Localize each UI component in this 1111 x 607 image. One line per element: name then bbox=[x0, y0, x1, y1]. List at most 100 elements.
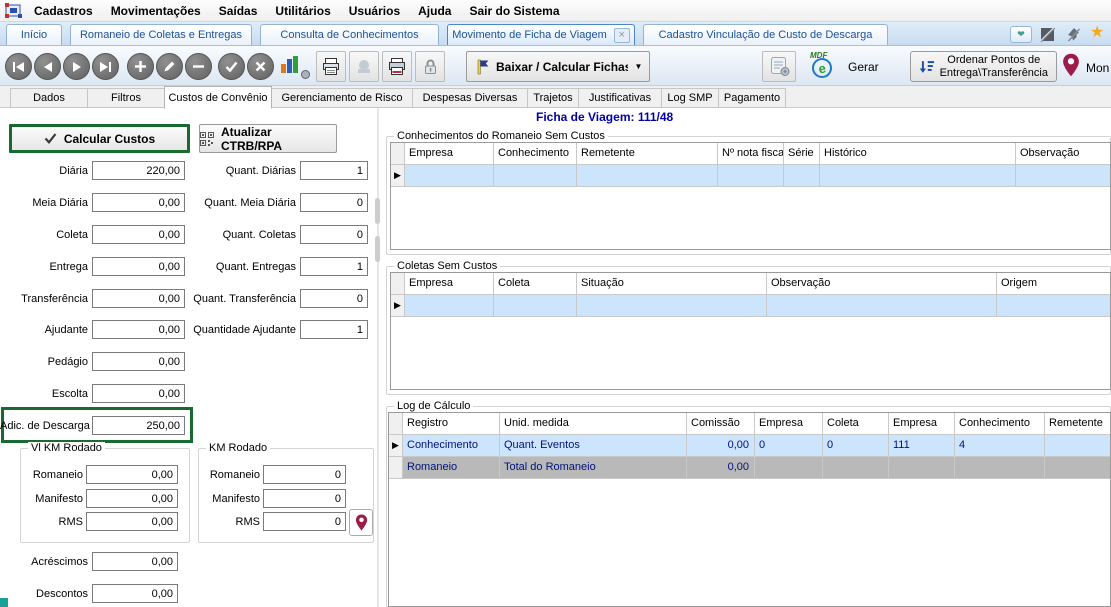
table-row[interactable]: ▶ Conhecimento Quant. Eventos 0,00 0 0 1… bbox=[389, 435, 1110, 457]
script-button[interactable] bbox=[762, 51, 796, 82]
vl-rms-input[interactable]: 0,00 bbox=[86, 512, 178, 531]
tab-despesas-diversas[interactable]: Despesas Diversas bbox=[412, 88, 528, 108]
tab-justificativas[interactable]: Justificativas bbox=[578, 88, 662, 108]
star-icon[interactable]: ★ bbox=[1090, 25, 1104, 41]
tab-pagamento[interactable]: Pagamento bbox=[718, 88, 786, 108]
baixar-calcular-fichas-button[interactable]: Baixar / Calcular Fichas bbox=[466, 51, 642, 82]
close-icon[interactable]: × bbox=[614, 28, 630, 43]
table-row[interactable]: ▶ bbox=[391, 295, 1110, 317]
delete-record-button[interactable] bbox=[185, 53, 212, 80]
km-map-button[interactable] bbox=[349, 509, 373, 536]
quant-transferencia-input[interactable]: 0 bbox=[300, 289, 368, 308]
group-title: Coletas Sem Custos bbox=[394, 260, 500, 272]
column-header[interactable]: Observação bbox=[767, 273, 997, 294]
descontos-input[interactable]: 0,00 bbox=[92, 584, 178, 603]
menu-cadastros[interactable]: Cadastros bbox=[25, 0, 102, 22]
gerar-label[interactable]: Gerar bbox=[848, 60, 879, 74]
chart-button[interactable] bbox=[281, 55, 307, 77]
menu-saidas[interactable]: Saídas bbox=[210, 0, 267, 22]
mdfe-logo[interactable]: MDF e bbox=[806, 51, 840, 81]
ordenar-pontos-button[interactable]: Ordenar Pontos de Entrega\Transferência bbox=[910, 51, 1057, 82]
km-rms-input[interactable]: 0 bbox=[263, 512, 346, 531]
vl-manifesto-input[interactable]: 0,00 bbox=[86, 489, 178, 508]
tab-romaneio-coletas-entregas[interactable]: Romaneio de Coletas e Entregas bbox=[70, 24, 252, 45]
tab-overflow-button[interactable]: ❤ bbox=[1010, 26, 1032, 43]
column-header[interactable]: Empresa bbox=[405, 143, 494, 164]
column-header[interactable]: Coleta bbox=[823, 413, 889, 434]
atualizar-ctrb-rpa-button[interactable]: Atualizar CTRB/RPA bbox=[199, 124, 337, 153]
quantidade-ajudante-input[interactable]: 1 bbox=[300, 320, 368, 339]
column-header[interactable]: Nº nota fiscal bbox=[718, 143, 784, 164]
print-preview-button[interactable] bbox=[316, 51, 346, 82]
column-header[interactable]: Empresa bbox=[755, 413, 823, 434]
column-header[interactable]: Comissão bbox=[687, 413, 755, 434]
vl-romaneio-input[interactable]: 0,00 bbox=[86, 465, 178, 484]
column-header[interactable]: Conhecimento bbox=[494, 143, 577, 164]
column-header[interactable]: Unid. medida bbox=[500, 413, 687, 434]
column-header[interactable]: Série bbox=[784, 143, 820, 164]
column-header[interactable]: Origem bbox=[997, 273, 1110, 294]
last-record-button[interactable] bbox=[92, 53, 119, 80]
tab-inicio[interactable]: Início bbox=[6, 24, 62, 45]
next-record-button[interactable] bbox=[63, 53, 90, 80]
column-header[interactable]: Empresa bbox=[405, 273, 494, 294]
map-pin-icon[interactable] bbox=[1062, 53, 1080, 77]
column-header[interactable]: Remetente bbox=[1045, 413, 1110, 434]
first-record-button[interactable] bbox=[5, 53, 32, 80]
calcular-custos-button[interactable]: Calcular Custos bbox=[9, 124, 190, 153]
table-row[interactable]: Romaneio Total do Romaneio 0,00 bbox=[389, 457, 1110, 479]
tab-filtros[interactable]: Filtros bbox=[87, 88, 165, 108]
splitter-thumb[interactable] bbox=[375, 236, 380, 262]
tab-custos-de-convenio[interactable]: Custos de Convênio bbox=[164, 86, 272, 109]
slashed-square-icon[interactable] bbox=[1040, 27, 1056, 43]
entrega-input[interactable]: 0,00 bbox=[92, 257, 185, 276]
lock-button[interactable] bbox=[415, 51, 445, 82]
table-row[interactable]: ▶ bbox=[391, 165, 1110, 187]
previous-record-button[interactable] bbox=[34, 53, 61, 80]
column-header[interactable]: Coleta bbox=[494, 273, 577, 294]
meia-diaria-input[interactable]: 0,00 bbox=[92, 193, 185, 212]
diaria-input[interactable]: 220,00 bbox=[92, 161, 185, 180]
menu-usuarios[interactable]: Usuários bbox=[340, 0, 409, 22]
slashed-pin-icon[interactable] bbox=[1066, 27, 1082, 43]
column-header[interactable]: Empresa bbox=[889, 413, 955, 434]
column-header[interactable]: Conhecimento bbox=[955, 413, 1045, 434]
print-button[interactable] bbox=[382, 51, 412, 82]
baixar-dropdown-button[interactable]: ▼ bbox=[628, 51, 650, 82]
km-manifesto-input[interactable]: 0 bbox=[263, 489, 346, 508]
column-header[interactable]: Remetente bbox=[577, 143, 718, 164]
escolta-input[interactable]: 0,00 bbox=[92, 384, 185, 403]
transferencia-input[interactable]: 0,00 bbox=[92, 289, 185, 308]
quant-entregas-input[interactable]: 1 bbox=[300, 257, 368, 276]
panel-splitter[interactable] bbox=[377, 108, 379, 607]
adic-descarga-input[interactable]: 250,00 bbox=[92, 416, 185, 435]
tab-log-smp[interactable]: Log SMP bbox=[661, 88, 719, 108]
column-header[interactable]: Observação bbox=[1016, 143, 1110, 164]
splitter-thumb[interactable] bbox=[375, 198, 380, 224]
pedagio-input[interactable]: 0,00 bbox=[92, 352, 185, 371]
quant-coletas-input[interactable]: 0 bbox=[300, 225, 368, 244]
tab-cadastro-vinculacao-custo-descarga[interactable]: Cadastro Vinculação de Custo de Descarga bbox=[643, 24, 888, 45]
confirm-button[interactable] bbox=[218, 53, 245, 80]
add-record-button[interactable] bbox=[127, 53, 154, 80]
tab-movimento-ficha-viagem[interactable]: Movimento de Ficha de Viagem × bbox=[447, 24, 635, 45]
tab-dados[interactable]: Dados bbox=[10, 88, 88, 108]
menu-movimentacoes[interactable]: Movimentações bbox=[102, 0, 210, 22]
tab-trajetos[interactable]: Trajetos bbox=[527, 88, 579, 108]
tab-gerenciamento-de-risco[interactable]: Gerenciamento de Risco bbox=[271, 88, 413, 108]
tab-consulta-conhecimentos[interactable]: Consulta de Conhecimentos bbox=[260, 24, 439, 45]
menu-ajuda[interactable]: Ajuda bbox=[409, 0, 460, 22]
menu-utilitarios[interactable]: Utilitários bbox=[266, 0, 339, 22]
column-header[interactable]: Registro bbox=[403, 413, 500, 434]
quant-diarias-input[interactable]: 1 bbox=[300, 161, 368, 180]
column-header[interactable]: Histórico bbox=[820, 143, 1016, 164]
km-romaneio-input[interactable]: 0 bbox=[263, 465, 346, 484]
ajudante-input[interactable]: 0,00 bbox=[92, 320, 185, 339]
menu-sair[interactable]: Sair do Sistema bbox=[460, 0, 568, 22]
cancel-button[interactable] bbox=[247, 53, 274, 80]
acrescimos-input[interactable]: 0,00 bbox=[92, 552, 178, 571]
edit-record-button[interactable] bbox=[156, 53, 183, 80]
quant-meia-diaria-input[interactable]: 0 bbox=[300, 193, 368, 212]
coleta-input[interactable]: 0,00 bbox=[92, 225, 185, 244]
column-header[interactable]: Situação bbox=[577, 273, 767, 294]
